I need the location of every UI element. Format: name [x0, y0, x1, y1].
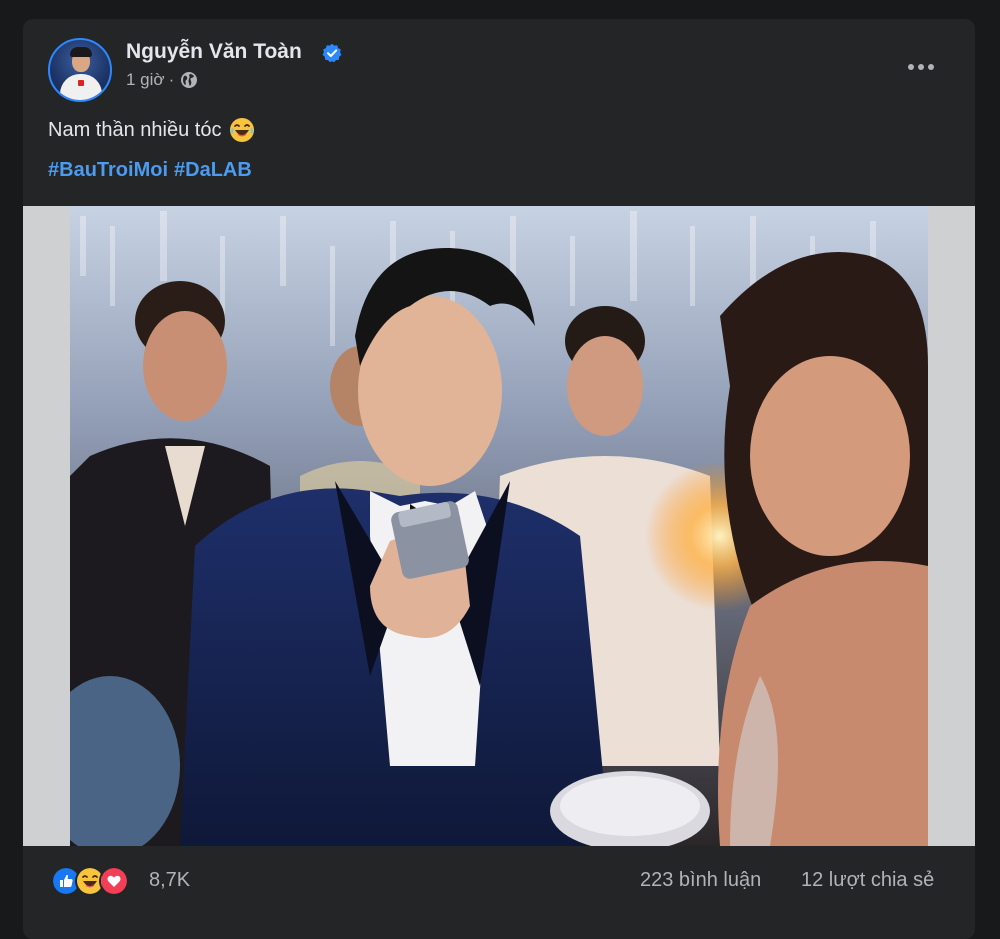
author-avatar[interactable] — [48, 38, 112, 102]
reaction-icons[interactable] — [51, 866, 129, 896]
verified-badge-icon — [322, 43, 342, 63]
hashtag-link[interactable]: #DaLAB — [174, 159, 252, 181]
post-text: Nam thần nhiều tóc — [48, 117, 255, 143]
comment-count[interactable]: 223 bình luận — [640, 869, 761, 892]
globe-icon[interactable] — [180, 71, 198, 89]
share-count[interactable]: 12 lượt chia sẻ — [801, 869, 934, 892]
post-meta: 1 giờ · — [126, 70, 198, 90]
author-name[interactable]: Nguyễn Văn Toàn — [126, 40, 302, 64]
love-icon — [99, 866, 129, 896]
reactions-bar: 8,7K 223 bình luận 12 lượt chia sẻ — [23, 846, 975, 916]
post-time[interactable]: 1 giờ — [126, 70, 165, 90]
hashtag-link[interactable]: #BauTroiMoi — [48, 159, 168, 181]
photo-illustration — [70, 206, 928, 846]
hashtags: #BauTroiMoi #DaLAB — [48, 159, 258, 182]
reaction-count[interactable]: 8,7K — [149, 869, 190, 892]
laughing-tears-emoji — [230, 118, 255, 142]
post-card: Nguyễn Văn Toàn 1 giờ · Nam thần nhiều t… — [23, 19, 975, 939]
meta-separator: · — [168, 70, 175, 89]
post-photo-container — [23, 206, 975, 846]
more-options-icon[interactable] — [901, 51, 941, 83]
post-photo[interactable] — [70, 206, 928, 846]
post-text-content: Nam thần nhiều tóc — [48, 118, 222, 141]
